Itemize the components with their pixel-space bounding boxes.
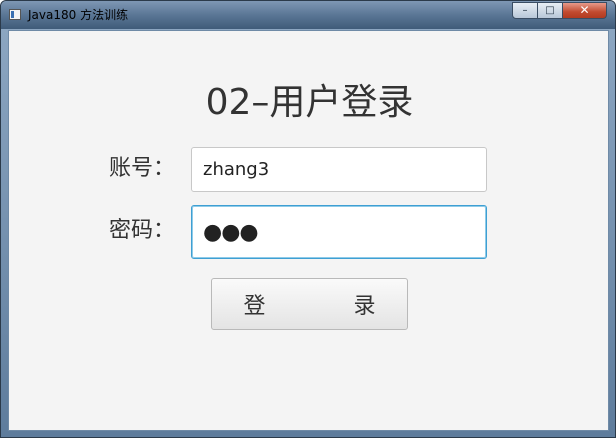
login-button[interactable]: 登 录	[211, 278, 408, 330]
window-title: Java180 方法训练	[28, 8, 129, 22]
account-input[interactable]: zhang3	[191, 147, 487, 192]
account-label: 账号：	[109, 156, 176, 181]
close-button[interactable]: ✕	[563, 2, 607, 19]
title-bar[interactable]: Java180 方法训练 – □ ✕	[1, 1, 615, 29]
password-label: 密码：	[109, 218, 176, 243]
window-controls: – □ ✕	[512, 2, 607, 20]
page-title: 02–用户登录	[205, 82, 414, 123]
minimize-button[interactable]: –	[512, 2, 538, 19]
password-input-value: ●●●	[203, 219, 259, 245]
app-icon[interactable]	[9, 9, 21, 20]
account-input-value: zhang3	[203, 159, 270, 180]
password-input[interactable]: ●●●	[191, 205, 487, 259]
maximize-button[interactable]: □	[538, 2, 563, 19]
login-panel: 02–用户登录 账号： zhang3 密码： ●●● 登 录	[8, 30, 609, 431]
app-window: Java180 方法训练 – □ ✕ 02–用户登录 账号： zhang3 密码…	[0, 0, 616, 438]
